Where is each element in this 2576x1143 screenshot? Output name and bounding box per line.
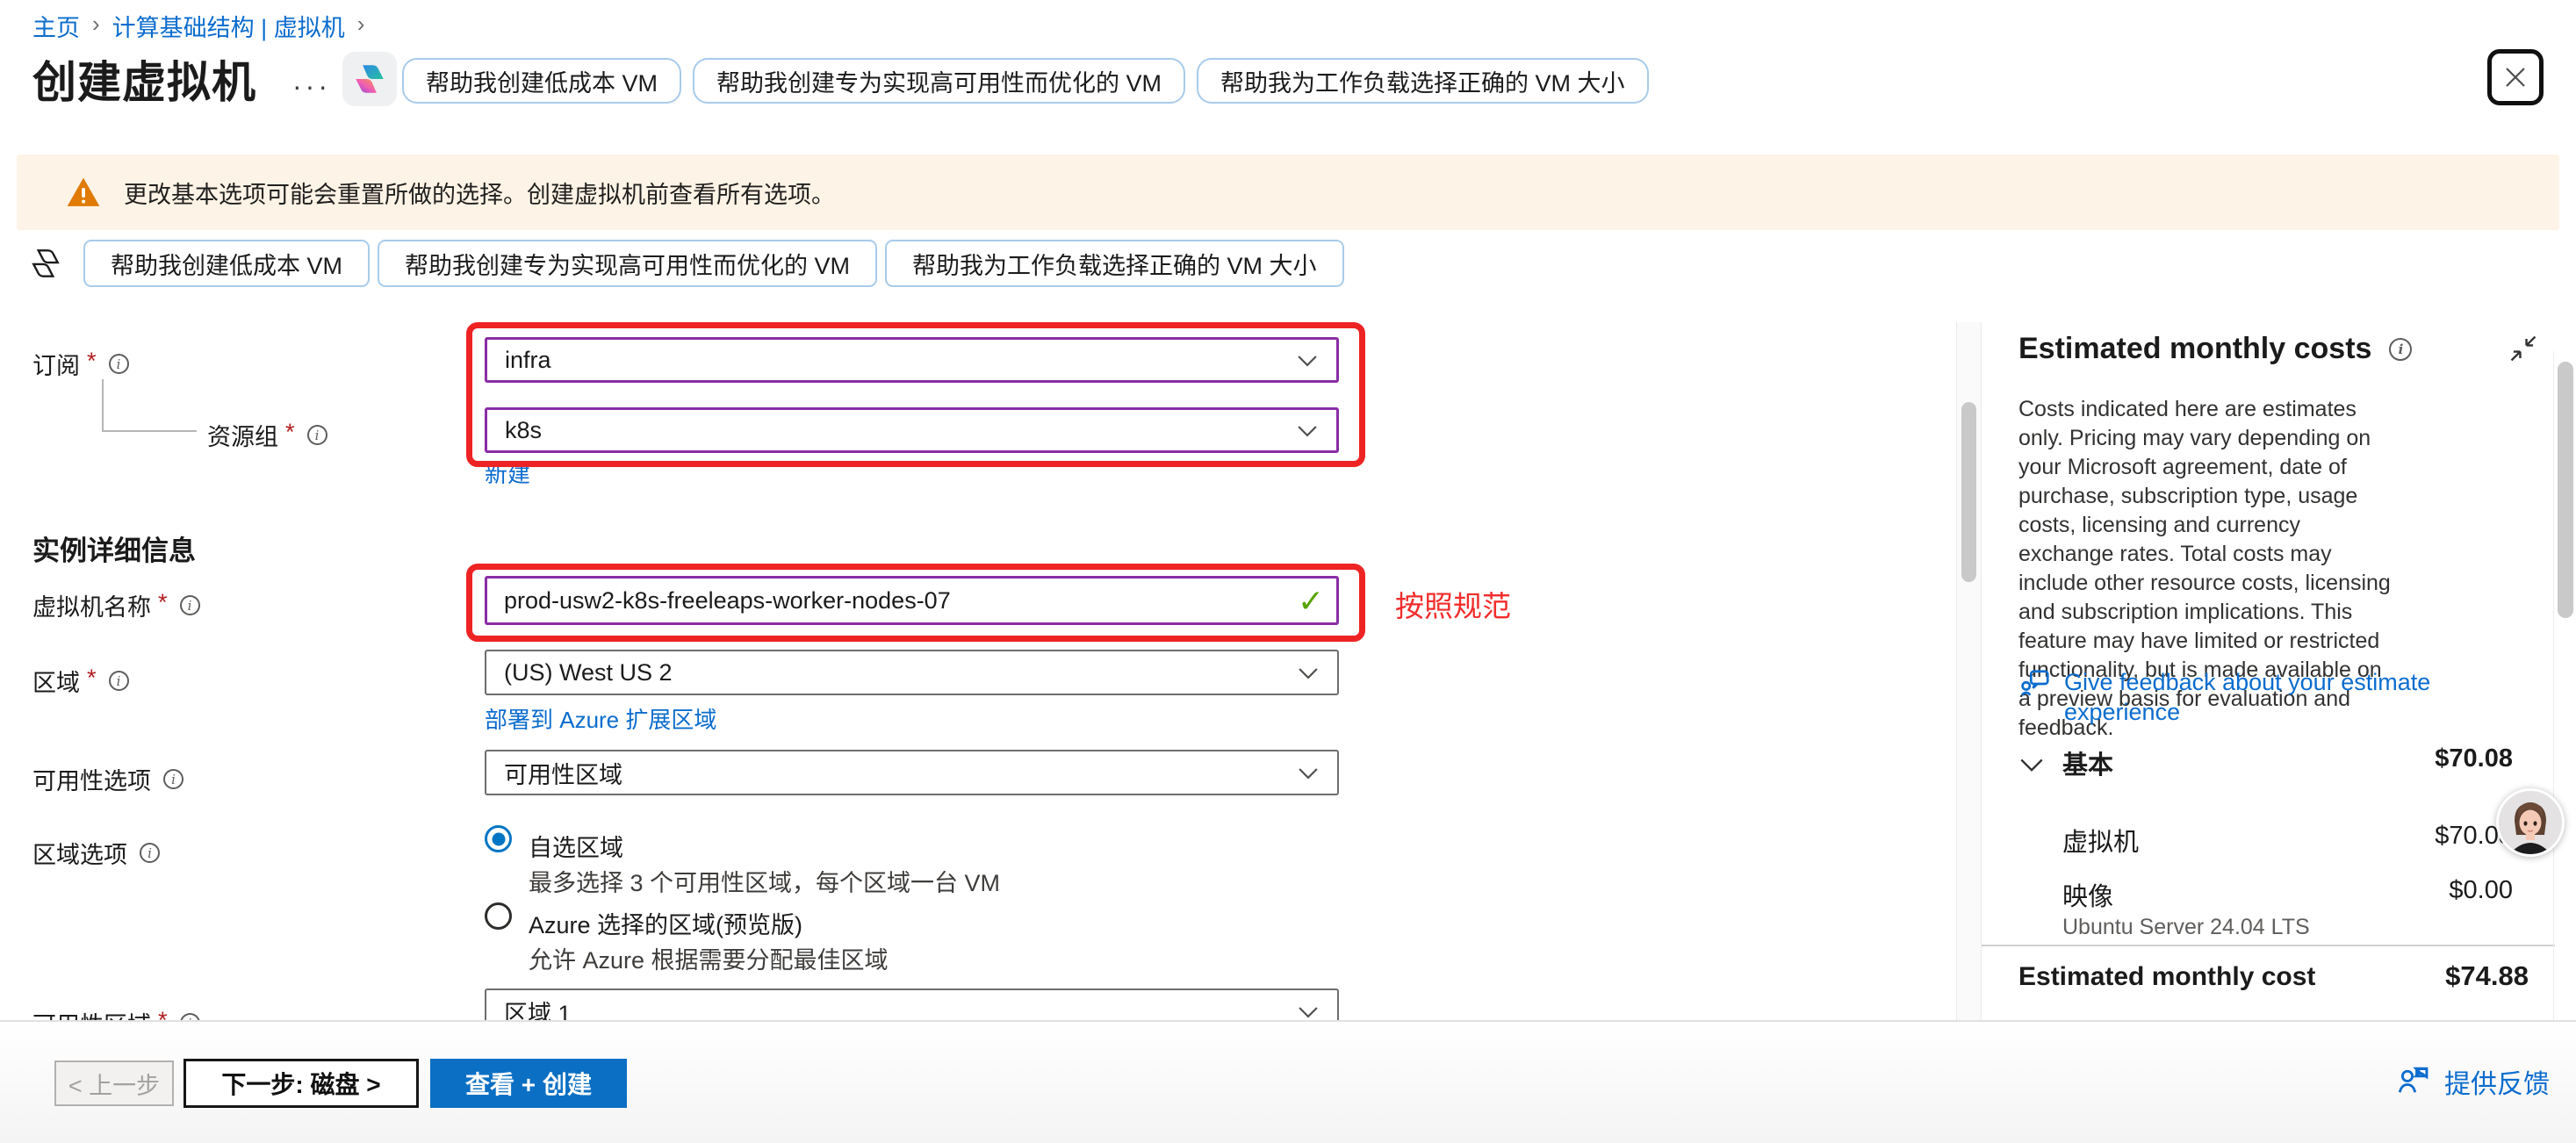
valid-check-icon: ✓	[1298, 583, 1324, 620]
vm-name-label: 虚拟机名称*	[32, 588, 200, 622]
copilot-suggestion-row: 帮助我创建低成本 VM 帮助我创建专为实现高可用性而优化的 VM 帮助我为工作负…	[402, 58, 1649, 104]
info-icon[interactable]	[109, 354, 129, 374]
cost-group-amount: $70.08	[2435, 744, 2513, 773]
chevron-down-icon	[1299, 659, 1318, 687]
info-icon[interactable]	[2389, 338, 2412, 361]
region-label: 区域*	[32, 664, 129, 698]
resource-group-dropdown[interactable]: k8s	[485, 407, 1339, 453]
panel-scrollbar-track	[2553, 351, 2554, 1020]
region-dropdown[interactable]: (US) West US 2	[485, 650, 1339, 695]
create-new-link[interactable]: 新建	[485, 456, 530, 489]
costs-panel-title: Estimated monthly costs	[2018, 332, 2412, 366]
footer-bar: < 上一步 下一步: 磁盘 > 查看 + 创建 提供反馈	[0, 1020, 2576, 1143]
give-feedback-link[interactable]: 提供反馈	[2395, 1062, 2550, 1101]
cost-item-vm-name: 虚拟机	[2062, 822, 2139, 859]
chip-low-cost-vm[interactable]: 帮助我创建低成本 VM	[402, 58, 681, 104]
cost-item-image-detail: Ubuntu Server 24.04 LTS	[2062, 915, 2310, 940]
radio-self-selected-zones-desc: 最多选择 3 个可用性区域，每个区域一台 VM	[529, 864, 1000, 898]
radio-azure-selected-zones-label[interactable]: Azure 选择的区域(预览版)	[529, 906, 802, 940]
next-disks-button[interactable]: 下一步: 磁盘 >	[183, 1059, 419, 1108]
copilot-icon	[351, 61, 388, 97]
create-vm-page: 主页 › 计算基础结构 | 虚拟机 › 创建虚拟机 ··· 帮助我创建低成本 V…	[0, 0, 2576, 1143]
radio-self-selected-zones[interactable]	[485, 825, 512, 852]
chevron-down-icon	[1298, 347, 1317, 374]
panel-scrollbar-thumb[interactable]	[2558, 362, 2573, 618]
chip-right-vm-size[interactable]: 帮助我为工作负载选择正确的 VM 大小	[1197, 58, 1649, 104]
warning-text: 更改基本选项可能会重置所做的选择。创建虚拟机前查看所有选项。	[124, 176, 835, 210]
page-title: 创建虚拟机	[32, 47, 256, 111]
close-button[interactable]	[2487, 49, 2544, 105]
radio-azure-selected-zones[interactable]	[485, 902, 512, 930]
resource-group-label: 资源组*	[207, 418, 327, 452]
tree-connector	[102, 379, 197, 432]
info-icon[interactable]	[163, 769, 183, 789]
info-icon[interactable]	[109, 671, 129, 691]
breadcrumb-chevron-icon: ›	[357, 11, 365, 38]
copilot-outline-icon	[26, 244, 65, 283]
total-cost-label: Estimated monthly cost	[2018, 962, 2315, 992]
vm-name-input[interactable]	[485, 576, 1339, 625]
edge-zone-link[interactable]: 部署到 Azure 扩展区域	[485, 702, 716, 735]
chevron-down-icon	[1299, 759, 1318, 787]
availability-options-dropdown[interactable]: 可用性区域	[485, 750, 1339, 795]
info-icon[interactable]	[307, 425, 327, 445]
radio-azure-selected-zones-desc: 允许 Azure 根据需要分配最佳区域	[529, 941, 889, 975]
avatar[interactable]	[2496, 788, 2565, 857]
group-chevron-icon[interactable]	[2020, 758, 2043, 777]
subscription-label: 订阅*	[32, 347, 129, 381]
estimate-feedback-link[interactable]: Give feedback about your estimate experi…	[2018, 667, 2442, 727]
panel-divider	[1982, 945, 2555, 946]
warning-icon	[66, 175, 101, 210]
chip-high-availability-vm[interactable]: 帮助我创建专为实现高可用性而优化的 VM	[693, 58, 1185, 104]
breadcrumb-home-link[interactable]: 主页	[32, 9, 80, 43]
collapse-panel-icon[interactable]	[2508, 334, 2538, 368]
warning-banner: 更改基本选项可能会重置所做的选择。创建虚拟机前查看所有选项。	[17, 155, 2559, 230]
cost-item-image-amount: $0.00	[2449, 876, 2513, 905]
instance-details-title: 实例详细信息	[32, 528, 196, 568]
info-icon[interactable]	[140, 843, 160, 863]
previous-button[interactable]: < 上一步	[54, 1060, 174, 1106]
total-cost-amount: $74.88	[2445, 960, 2529, 992]
zone-options-label: 区域选项	[32, 836, 160, 870]
close-icon	[2502, 64, 2529, 90]
cost-group-name[interactable]: 基本	[2062, 744, 2113, 781]
availability-options-label: 可用性选项	[32, 762, 183, 796]
radio-self-selected-zones-label[interactable]: 自选区域	[529, 829, 623, 863]
cost-item-image-name: 映像	[2062, 876, 2113, 913]
subscription-dropdown[interactable]: infra	[485, 337, 1339, 383]
feedback-bubbles-icon	[2018, 667, 2052, 701]
review-create-button[interactable]: 查看 + 创建	[430, 1059, 627, 1108]
feedback-person-icon	[2395, 1063, 2432, 1100]
annotation-text: 按照规范	[1395, 583, 1511, 625]
assist-chip-high-availability-vm[interactable]: 帮助我创建专为实现高可用性而优化的 VM	[378, 240, 877, 287]
copilot-button[interactable]	[342, 52, 397, 106]
chevron-down-icon	[1298, 417, 1317, 444]
info-icon[interactable]	[180, 595, 200, 615]
main-scrollbar-thumb[interactable]	[1961, 402, 1976, 582]
more-options-button[interactable]: ···	[292, 70, 331, 103]
breadcrumb: 主页 › 计算基础结构 | 虚拟机 ›	[32, 9, 364, 43]
estimated-costs-panel: Estimated monthly costs Costs indicated …	[1982, 298, 2576, 1020]
breadcrumb-chevron-icon: ›	[92, 11, 100, 38]
breadcrumb-section-link[interactable]: 计算基础结构 | 虚拟机	[112, 9, 345, 43]
assist-chip-right-vm-size[interactable]: 帮助我为工作负载选择正确的 VM 大小	[885, 240, 1344, 287]
assist-chip-row: 帮助我创建低成本 VM 帮助我创建专为实现高可用性而优化的 VM 帮助我为工作负…	[26, 240, 1344, 287]
assist-chip-low-cost-vm[interactable]: 帮助我创建低成本 VM	[83, 240, 370, 287]
